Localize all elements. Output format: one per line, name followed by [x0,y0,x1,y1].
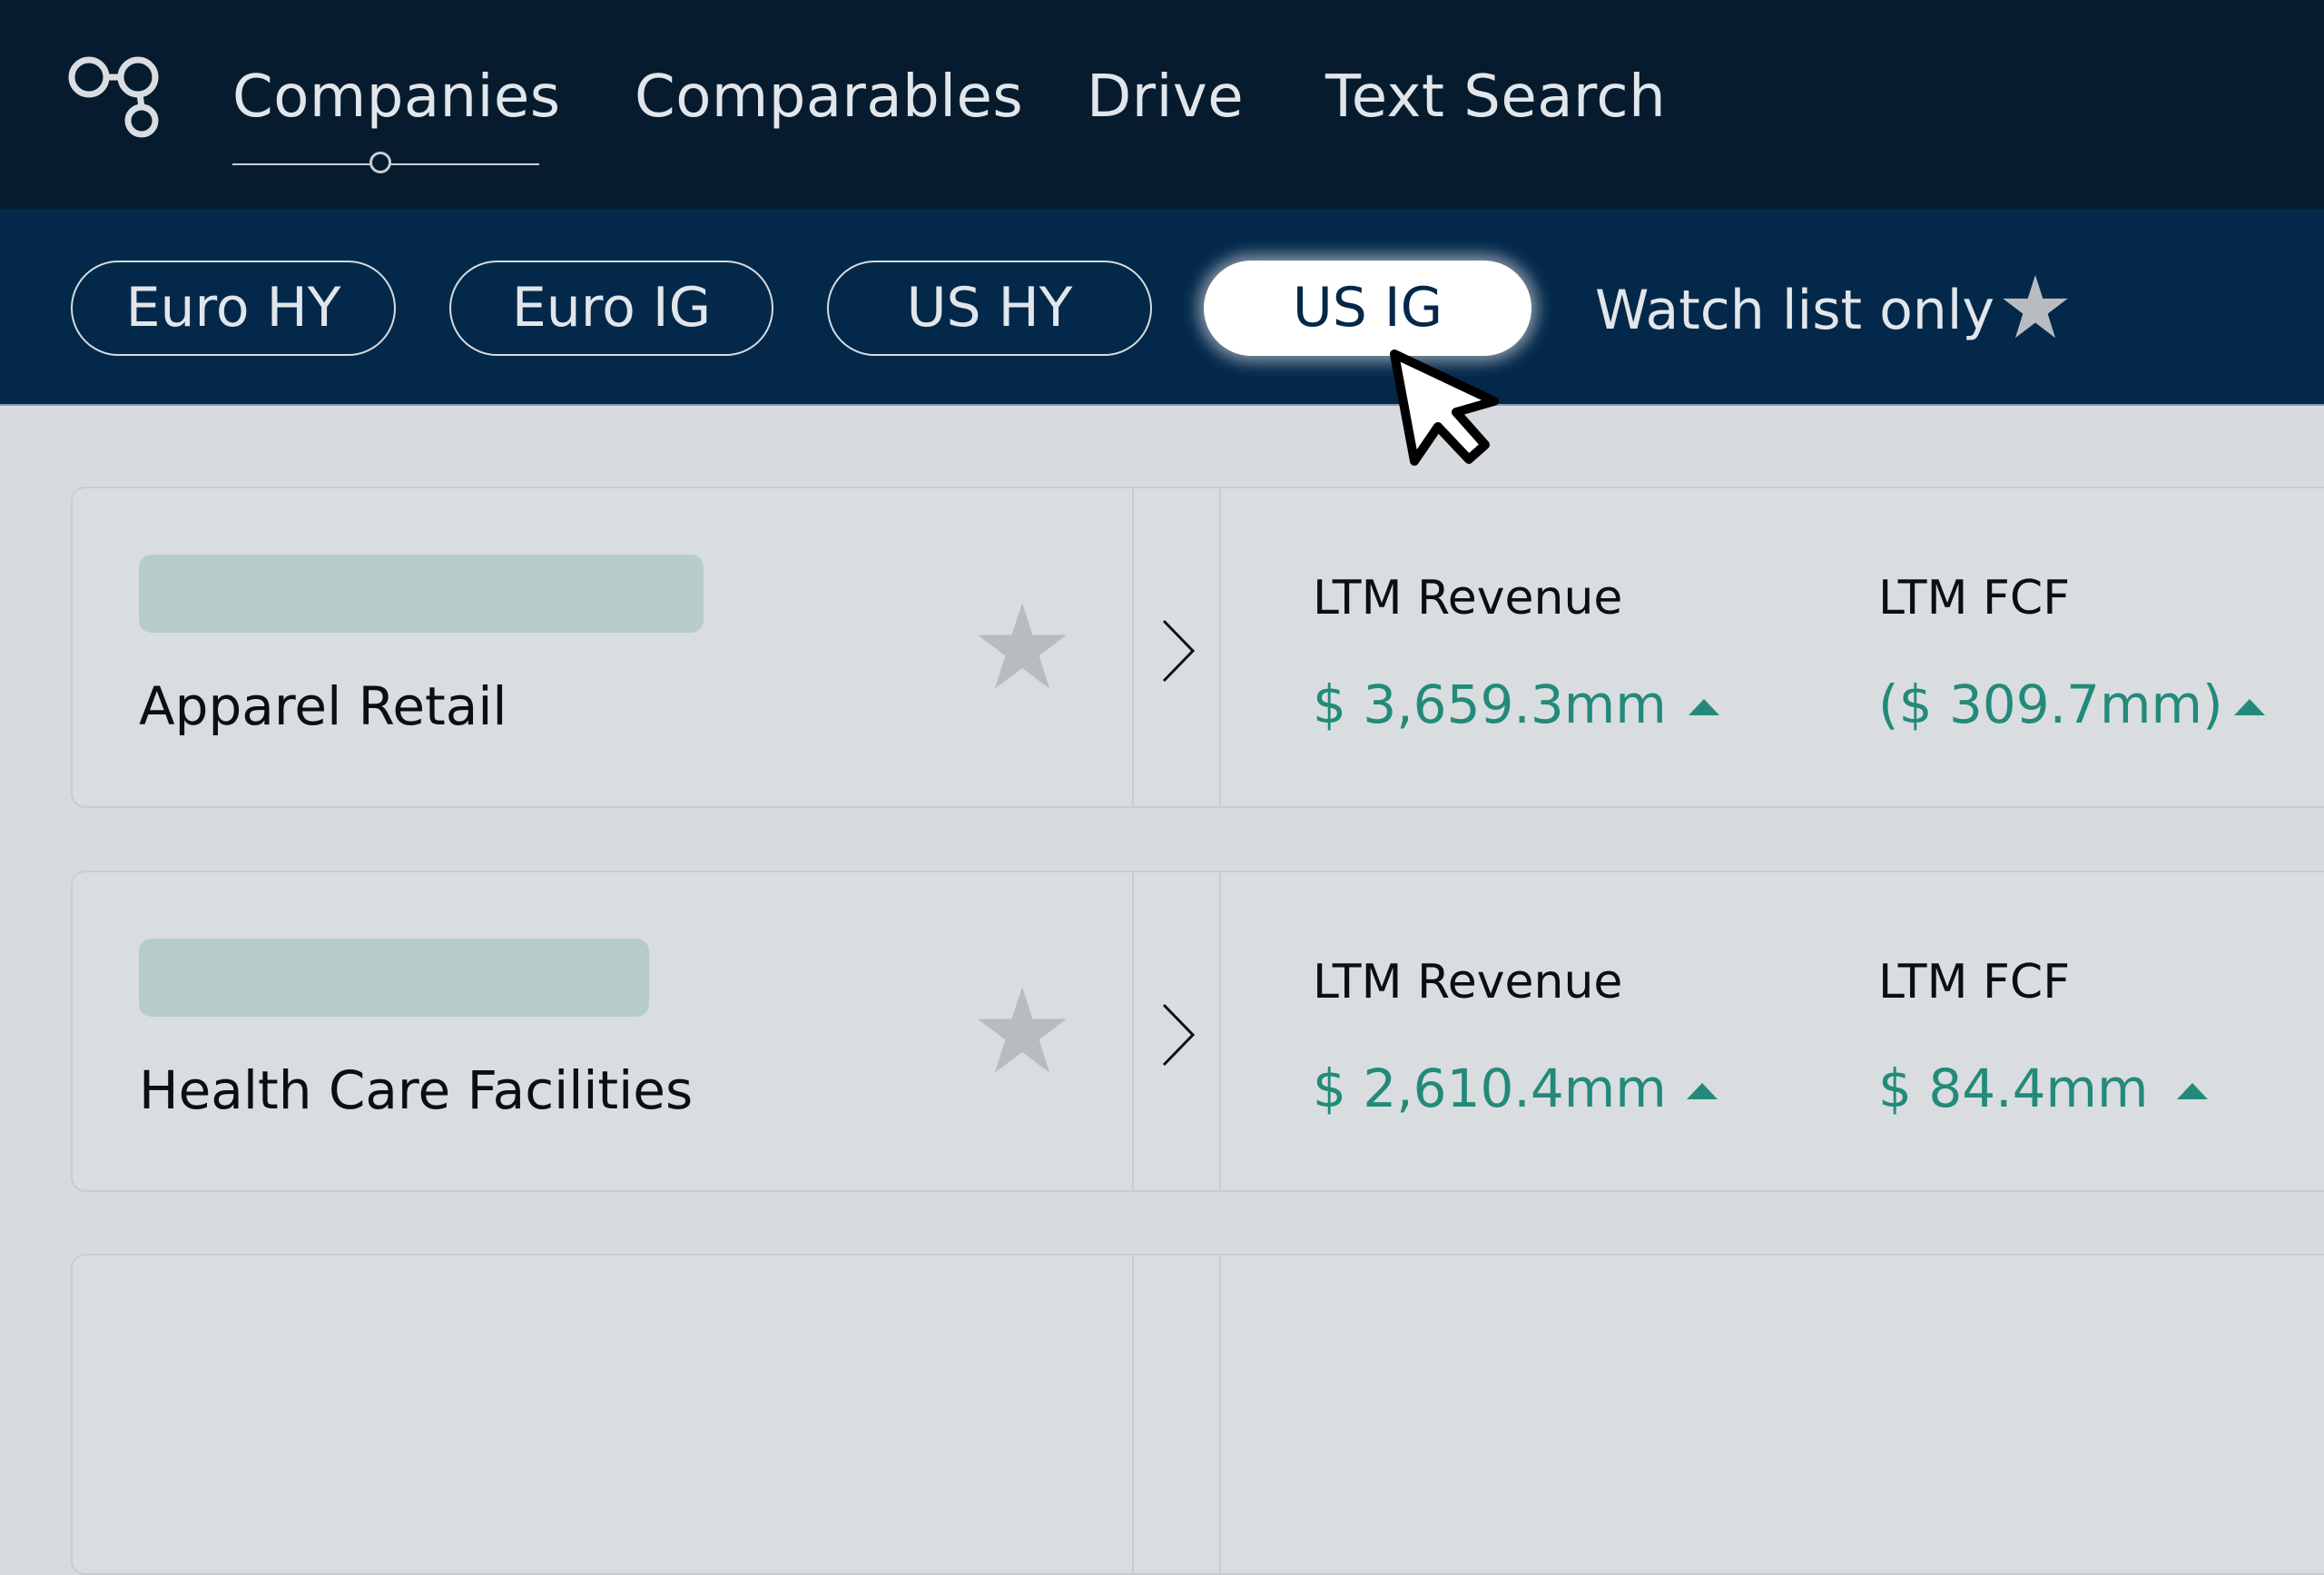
company-sector-name: Health Care Facilities [139,1059,694,1121]
metric-value-ltm-revenue: $ 2,610.4mm [1313,1058,1667,1119]
nav-tab-comparables[interactable]: Comparables [635,56,1023,138]
chevron-right-icon[interactable] [1158,617,1198,684]
card-divider [1132,872,1134,1190]
card-divider [1132,1255,1134,1573]
star-icon[interactable] [975,599,1069,694]
active-tab-indicator-dot [369,152,391,173]
card-divider [1132,488,1134,806]
nav-tab-companies[interactable]: Companies [232,56,561,138]
filter-pill-us-ig[interactable]: US IG [1204,261,1531,356]
watch-list-only-toggle[interactable]: Watch list only [1595,265,1994,356]
metric-label-ltm-revenue: LTM Revenue [1313,955,1623,1009]
filter-bar: Euro HY Euro IG US HY US IG Watch list o… [0,209,2324,406]
card-divider [1219,1255,1221,1573]
chevron-right-icon[interactable] [1158,1001,1198,1068]
connected-circles-logo-icon[interactable] [67,53,172,140]
metric-value-ltm-revenue: $ 3,659.3mm [1313,674,1667,735]
metric-value-ltm-fcf: $ 84.4mm [1878,1058,2149,1119]
company-card[interactable] [71,1254,2324,1575]
metric-label-ltm-revenue: LTM Revenue [1313,571,1623,625]
filter-pill-euro-ig[interactable]: Euro IG [449,261,773,356]
star-icon[interactable] [975,983,1069,1078]
filter-pill-euro-hy[interactable]: Euro HY [71,261,396,356]
company-card[interactable]: Health Care Facilities LTM Revenue $ 2,6… [71,871,2324,1192]
trend-up-icon [2234,699,2265,715]
filter-pill-us-hy[interactable]: US HY [827,261,1152,356]
star-icon[interactable] [2001,272,2070,341]
company-sector-name: Apparel Retail [139,675,507,737]
metric-label-ltm-fcf: LTM FCF [1878,571,2071,625]
company-logo-placeholder [139,555,704,633]
company-card[interactable]: Apparel Retail LTM Revenue $ 3,659.3mm L… [71,487,2324,808]
metric-label-ltm-fcf: LTM FCF [1878,955,2071,1009]
nav-tab-drive[interactable]: Drive [1087,56,1244,138]
nav-tab-text-search[interactable]: Text Search [1325,56,1666,138]
metric-value-ltm-fcf: ($ 309.7mm) [1878,674,2223,735]
trend-up-icon [1689,699,1719,715]
company-logo-placeholder [139,939,649,1017]
trend-up-icon [2177,1083,2208,1099]
card-divider [1219,872,1221,1190]
trend-up-icon [1687,1083,1718,1099]
top-navigation: Companies Comparables Drive Text Search [0,0,2324,209]
card-divider [1219,488,1221,806]
